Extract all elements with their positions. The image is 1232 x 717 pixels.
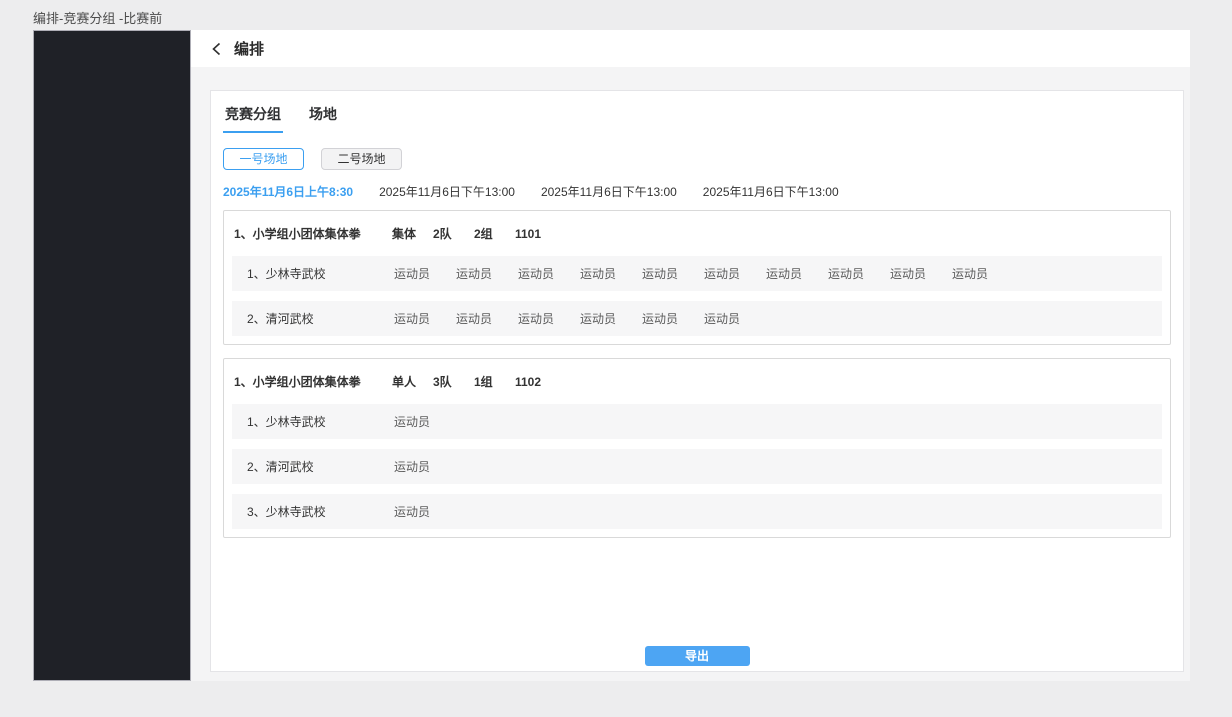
group-title: 1、小学组小团体集体拳 <box>234 373 392 390</box>
session-time-label: 2025年11月6日上午8:30 <box>223 185 353 199</box>
group-rows: 1、少林寺武校 运动员 2、清河武校 运动员 3、少林寺武校 运动员 <box>224 404 1170 537</box>
session-1-link[interactable]: 2025年11月6日上午8:30 <box>223 183 353 200</box>
page-title: 编排 <box>234 38 264 59</box>
athlete-list: 运动员运动员运动员运动员运动员运动员 <box>394 310 766 327</box>
session-list: 2025年11月6日上午8:30 2025年11月6日下午13:00 2025年… <box>223 183 1171 200</box>
sidebar <box>33 30 191 681</box>
session-4-link[interactable]: 2025年11月6日下午13:00 <box>703 183 839 200</box>
athlete-label: 运动员 <box>394 310 456 327</box>
session-time-label: 2025年11月6日下午13:00 <box>541 185 677 199</box>
athlete-list: 运动员 <box>394 458 456 475</box>
group-code: 1101 <box>515 227 556 241</box>
venue-1-button[interactable]: 一号场地 <box>223 148 304 170</box>
athlete-label: 运动员 <box>704 265 766 282</box>
group-team-count: 2队 <box>433 225 474 242</box>
team-row: 2、清河武校 运动员运动员运动员运动员运动员运动员 <box>232 301 1162 336</box>
athlete-label: 运动员 <box>456 265 518 282</box>
group-card-header: 1、小学组小团体集体拳 集体 2队 2组 1101 <box>224 211 1170 256</box>
chevron-left-icon <box>210 42 224 56</box>
export-button[interactable]: 导出 <box>645 646 750 666</box>
school-name: 1、少林寺武校 <box>247 413 394 430</box>
main-region: 编排 竞赛分组 场地 一号场地 二号场地 2025年11月6日上午8:30 20… <box>191 30 1190 681</box>
team-row: 3、少林寺武校 运动员 <box>232 494 1162 529</box>
athlete-label: 运动员 <box>394 413 456 430</box>
session-time-label: 2025年11月6日下午13:00 <box>703 185 839 199</box>
group-team-count: 3队 <box>433 373 474 390</box>
tab-label: 场地 <box>309 106 337 122</box>
group-list: 1、小学组小团体集体拳 集体 2队 2组 1101 1、少林寺武校 运动员运动员… <box>223 210 1171 538</box>
athlete-label: 运动员 <box>952 265 1014 282</box>
back-button[interactable] <box>207 39 227 59</box>
athlete-label: 运动员 <box>642 310 704 327</box>
athlete-label: 运动员 <box>642 265 704 282</box>
group-type: 集体 <box>392 225 433 242</box>
venue-button-label: 二号场地 <box>337 152 385 166</box>
app-frame: 编排 竞赛分组 场地 一号场地 二号场地 2025年11月6日上午8:30 20… <box>33 30 1190 681</box>
tab-venue[interactable]: 场地 <box>307 101 339 133</box>
tab-label: 竞赛分组 <box>225 106 281 122</box>
athlete-label: 运动员 <box>394 458 456 475</box>
window-title: 编排-竞赛分组 -比赛前 <box>33 8 162 27</box>
athlete-label: 运动员 <box>456 310 518 327</box>
athlete-label: 运动员 <box>704 310 766 327</box>
group-title: 1、小学组小团体集体拳 <box>234 225 392 242</box>
group-card: 1、小学组小团体集体拳 单人 3队 1组 1102 1、少林寺武校 运动员 2、… <box>223 358 1171 538</box>
athlete-label: 运动员 <box>890 265 952 282</box>
group-rows: 1、少林寺武校 运动员运动员运动员运动员运动员运动员运动员运动员运动员运动员 2… <box>224 256 1170 344</box>
group-code: 1102 <box>515 375 556 389</box>
content-panel: 竞赛分组 场地 一号场地 二号场地 2025年11月6日上午8:30 2025年… <box>210 90 1184 672</box>
athlete-list: 运动员 <box>394 413 456 430</box>
athlete-label: 运动员 <box>828 265 890 282</box>
venue-button-label: 一号场地 <box>239 152 287 166</box>
group-card-header: 1、小学组小团体集体拳 单人 3队 1组 1102 <box>224 359 1170 404</box>
school-name: 3、少林寺武校 <box>247 503 394 520</box>
athlete-label: 运动员 <box>394 503 456 520</box>
athlete-label: 运动员 <box>580 310 642 327</box>
tab-competition-groups[interactable]: 竞赛分组 <box>223 101 283 133</box>
athlete-list: 运动员 <box>394 503 456 520</box>
school-name: 2、清河武校 <box>247 458 394 475</box>
session-3-link[interactable]: 2025年11月6日下午13:00 <box>541 183 677 200</box>
athlete-list: 运动员运动员运动员运动员运动员运动员运动员运动员运动员运动员 <box>394 265 1014 282</box>
page-header: 编排 <box>191 30 1190 67</box>
team-row: 2、清河武校 运动员 <box>232 449 1162 484</box>
athlete-label: 运动员 <box>766 265 828 282</box>
athlete-label: 运动员 <box>580 265 642 282</box>
team-row: 1、少林寺武校 运动员运动员运动员运动员运动员运动员运动员运动员运动员运动员 <box>232 256 1162 291</box>
group-type: 单人 <box>392 373 433 390</box>
venue-button-group: 一号场地 二号场地 <box>223 148 1171 170</box>
team-row: 1、少林寺武校 运动员 <box>232 404 1162 439</box>
session-2-link[interactable]: 2025年11月6日下午13:00 <box>379 183 515 200</box>
athlete-label: 运动员 <box>394 265 456 282</box>
group-number: 1组 <box>474 373 515 390</box>
session-time-label: 2025年11月6日下午13:00 <box>379 185 515 199</box>
school-name: 2、清河武校 <box>247 310 394 327</box>
school-name: 1、少林寺武校 <box>247 265 394 282</box>
venue-2-button[interactable]: 二号场地 <box>321 148 402 170</box>
athlete-label: 运动员 <box>518 310 580 327</box>
athlete-label: 运动员 <box>518 265 580 282</box>
group-card: 1、小学组小团体集体拳 集体 2队 2组 1101 1、少林寺武校 运动员运动员… <box>223 210 1171 345</box>
tab-bar: 竞赛分组 场地 <box>223 101 1171 133</box>
group-number: 2组 <box>474 225 515 242</box>
